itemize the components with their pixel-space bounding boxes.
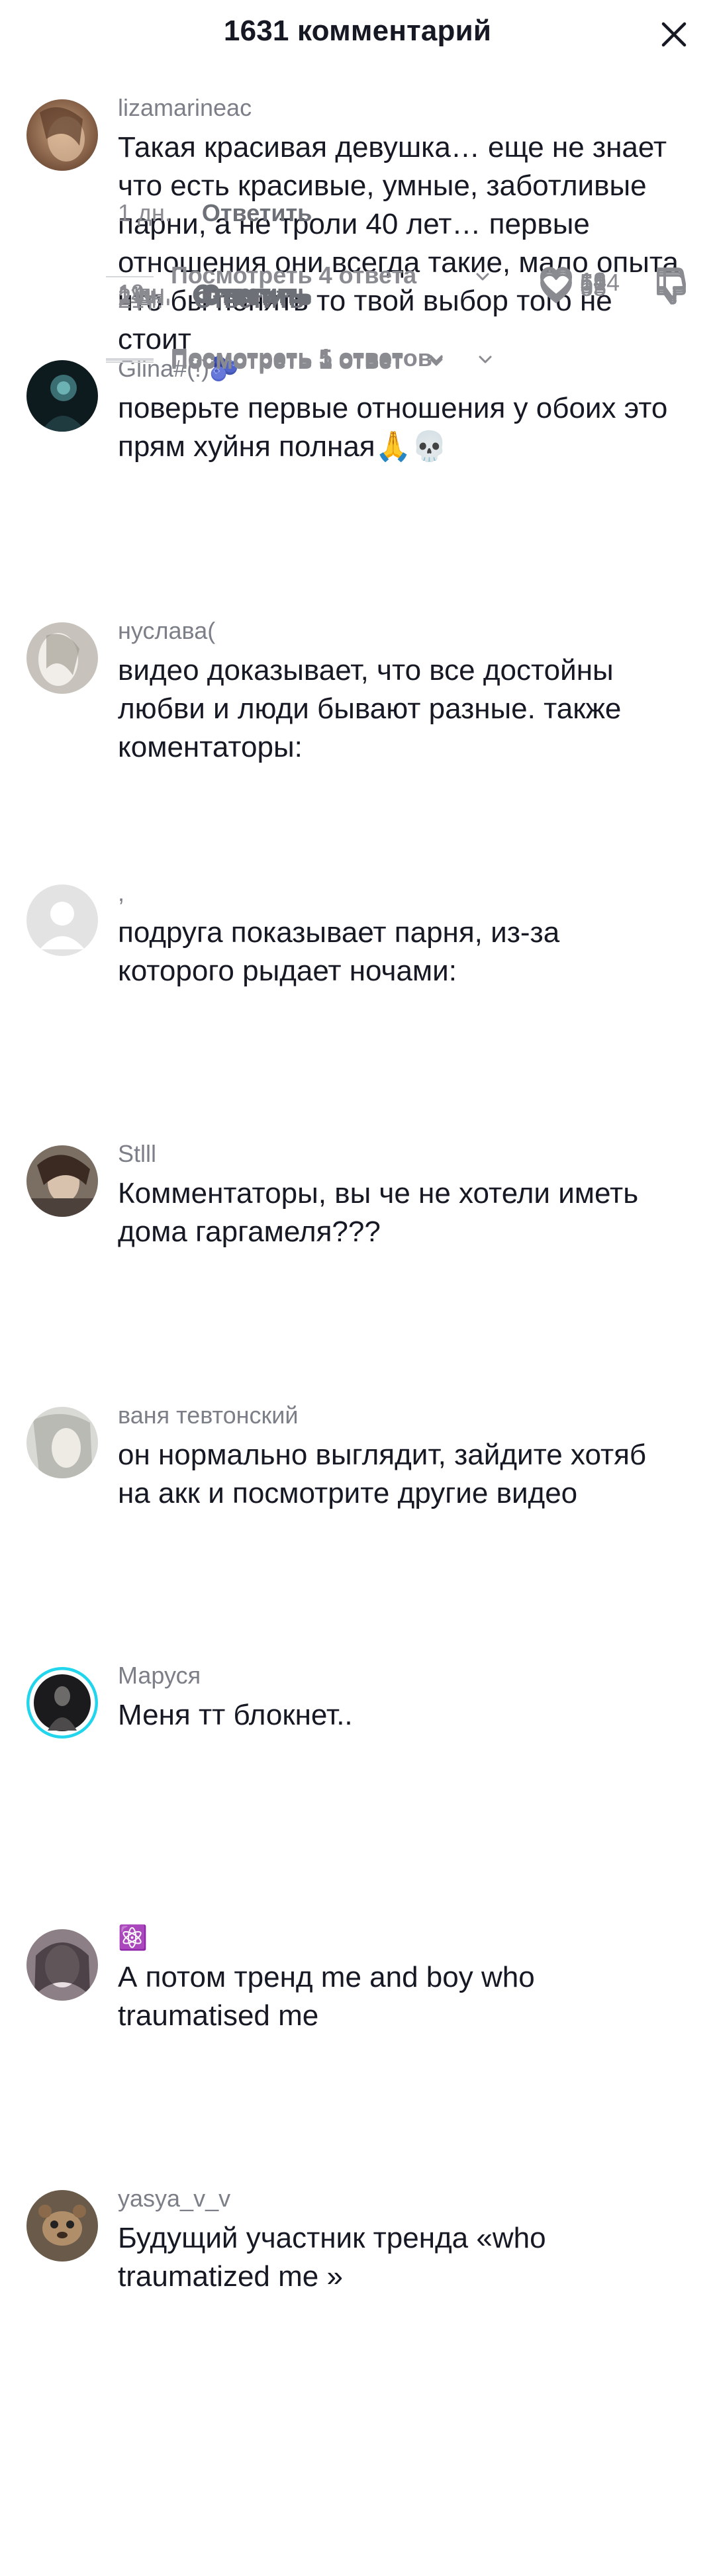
- comment-item: Glina#(!)🫐 поверьте первые отношения у об…: [0, 268, 715, 622]
- comment-username[interactable]: yasya_v_v: [118, 2185, 230, 2213]
- avatar[interactable]: [26, 2190, 98, 2262]
- avatar[interactable]: [26, 1407, 98, 1478]
- comment-username[interactable]: lizamarineac: [118, 94, 252, 122]
- comment-item: yasya_v_v Будущий участник тренда «who tr…: [0, 267, 715, 2452]
- comment-username[interactable]: Маруся: [118, 1662, 201, 1690]
- comment-text: он нормально выглядит, зайдите хотяб на …: [118, 1439, 647, 1509]
- comment-text: Меня тт блокнет..: [118, 1699, 353, 1731]
- like-count: 14: [580, 267, 607, 295]
- avatar[interactable]: [26, 1667, 98, 1739]
- comment-item: ваня тевтонский он нормально выглядит, за…: [0, 271, 715, 1669]
- comment-text: Будущий участник тренда «who traumatized…: [118, 2222, 546, 2293]
- comment-text: Такая красивая девушка… еще не знает что…: [118, 131, 679, 356]
- avatar[interactable]: [26, 360, 98, 432]
- avatar[interactable]: [26, 1929, 98, 2001]
- chevron-down-icon: [428, 351, 445, 368]
- avatar[interactable]: [26, 622, 98, 694]
- comment-text: видео доказывает, что все достойны любви…: [118, 654, 622, 763]
- close-icon[interactable]: [658, 19, 690, 50]
- chevron-down-icon: [474, 268, 491, 285]
- comment-item: нуслава( видео доказывает, что все достой…: [0, 273, 715, 884]
- comment-time: 1 дн.: [118, 199, 171, 226]
- like-button[interactable]: 14: [539, 262, 638, 302]
- comment-username[interactable]: ваня тевтонский: [118, 1402, 299, 1429]
- comments-header: 1631 комментарий: [0, 0, 715, 69]
- avatar[interactable]: [26, 884, 98, 956]
- divider-line: [106, 276, 154, 277]
- comment-username[interactable]: Stlll: [118, 1140, 156, 1168]
- comment-text: Комментаторы, вы че не хотели иметь дома…: [118, 1177, 639, 1248]
- comment-item: , подруга показывает парня, из-за которог…: [0, 268, 715, 1147]
- comment-username[interactable]: нуслава(: [118, 617, 215, 645]
- comment-item: Маруся Меня тт блокнет.. 1 дн. Ответить 95 По…: [0, 199, 715, 1929]
- dislike-icon[interactable]: [654, 263, 689, 298]
- comment-meta: 1 дн. Ответить: [118, 279, 312, 307]
- comment-item: Stlll Комментаторы, вы че не хотели иметь…: [0, 267, 715, 1407]
- comment-text: подруга показывает парня, из-за которого…: [118, 916, 560, 987]
- comment-text: А потом тренд me and boy who traumatised…: [118, 1961, 535, 2032]
- comment-username[interactable]: ⚛️: [118, 1924, 148, 1952]
- reply-button[interactable]: Ответить: [202, 279, 312, 307]
- comment-time: 1 дн.: [118, 279, 171, 307]
- divider-line: [106, 359, 154, 360]
- reply-button[interactable]: Ответить: [202, 199, 312, 226]
- avatar[interactable]: [26, 99, 98, 171]
- view-replies-button[interactable]: Посмотреть 1 ответ: [106, 343, 463, 376]
- comment-username[interactable]: ,: [118, 879, 124, 907]
- view-replies-label: Посмотреть 1 ответ: [171, 344, 404, 371]
- comment-meta: 1 дн. Ответить: [118, 199, 312, 227]
- chevron-down-icon: [477, 351, 494, 368]
- avatar[interactable]: [26, 1145, 98, 1217]
- comment-item: ⚛️ А потом тренд me and boy who traumatis…: [0, 268, 715, 2191]
- comments-count-title: 1631 комментарий: [223, 15, 492, 47]
- comment-text: поверьте первые отношения у обоих это пр…: [118, 392, 668, 463]
- comment-item: lizamarineac Такая красивая девушка… еще …: [0, 94, 715, 372]
